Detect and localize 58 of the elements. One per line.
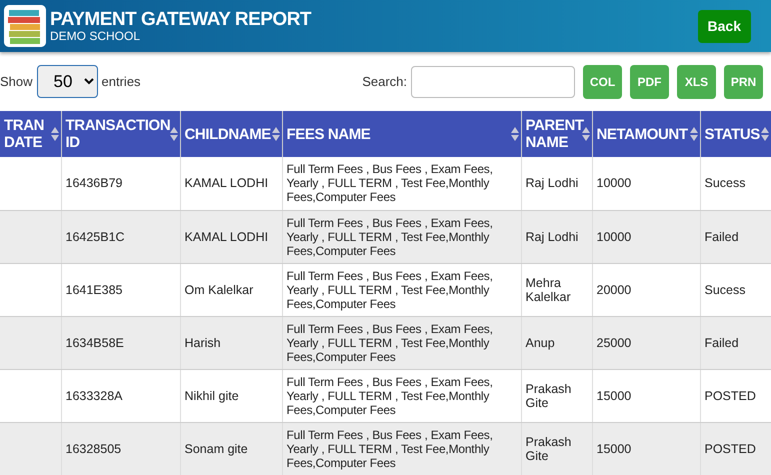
net-amount-cell: 10000	[592, 210, 700, 263]
net-amount-cell: 25000	[592, 316, 700, 369]
column-header[interactable]: FEES NAME	[282, 111, 521, 157]
net-amount-cell: 10000	[592, 157, 700, 210]
fees-name-cell: Full Term Fees , Bus Fees , Exam Fees, Yearly , FULL TERM , Test Fee,Monthly Fees,Computer Fees	[282, 316, 521, 369]
fees-name-cell: Full Term Fees , Bus Fees , Exam Fees, Yearly , FULL TERM , Test Fee,Monthly Fees,Computer Fees	[282, 157, 521, 210]
net-amount-cell: 20000	[592, 263, 700, 316]
school-name: DEMO SCHOOL	[50, 30, 142, 42]
status-cell: Failed	[700, 316, 771, 369]
net-amount-cell: 15000	[592, 422, 700, 475]
transaction-id-cell: 16425B1C	[61, 210, 180, 263]
transaction-id-cell: 16436B79	[61, 157, 180, 210]
entries-label: entries	[102, 72, 141, 91]
sort-icon	[690, 126, 698, 142]
column-header[interactable]: NETAMOUNT	[592, 111, 700, 157]
net-amount-cell: 15000	[592, 369, 700, 422]
sort-icon	[760, 126, 768, 142]
transaction-id-cell: 1633328A	[61, 369, 180, 422]
column-header[interactable]: TRANSACTION ID	[61, 111, 180, 157]
search-field[interactable]	[411, 66, 575, 98]
parent-name-cell: Prakash Gite	[521, 369, 592, 422]
parent-name-cell: Anup	[521, 316, 592, 369]
status-cell: Sucess	[700, 263, 771, 316]
child-name-cell: Sonam gite	[180, 422, 282, 475]
child-name-cell: Nikhil gite	[180, 369, 282, 422]
sort-icon	[50, 126, 58, 142]
child-name-cell: Om Kalelkar	[180, 263, 282, 316]
transaction-id-cell: 1634B58E	[61, 316, 180, 369]
parent-name-cell: Mehra Kalelkar	[521, 263, 592, 316]
fees-name-cell: Full Term Fees , Bus Fees , Exam Fees, Yearly , FULL TERM , Test Fee,Monthly Fees,Computer Fees	[282, 422, 521, 475]
column-header[interactable]: STATUS	[700, 111, 771, 157]
fees-name-cell: Full Term Fees , Bus Fees , Exam Fees, Yearly , FULL TERM , Test Fee,Monthly Fees,Computer Fees	[282, 369, 521, 422]
back-button[interactable]: Back	[698, 10, 751, 42]
status-cell: POSTED	[700, 369, 771, 422]
books-logo	[4, 5, 46, 47]
transaction-id-cell: 1641E385	[61, 263, 180, 316]
parent-name-cell: Raj Lodhi	[521, 210, 592, 263]
status-cell: Failed	[700, 210, 771, 263]
sort-icon	[170, 126, 178, 142]
child-name-cell: KAMAL LODHI	[180, 157, 282, 210]
column-header[interactable]: CHILDNAME	[180, 111, 282, 157]
parent-name-cell: Prakash Gite	[521, 422, 592, 475]
fees-name-cell: Full Term Fees , Bus Fees , Exam Fees, Yearly , FULL TERM , Test Fee,Monthly Fees,Computer Fees	[282, 263, 521, 316]
fees-name-cell: Full Term Fees , Bus Fees , Exam Fees, Yearly , FULL TERM , Test Fee,Monthly Fees,Computer Fees	[282, 210, 521, 263]
sort-icon	[272, 126, 280, 142]
page-size-select[interactable]: 50	[36, 65, 98, 98]
sort-icon	[510, 126, 518, 142]
transaction-id-cell: 16328505	[61, 422, 180, 475]
parent-name-cell: Raj Lodhi	[521, 157, 592, 210]
column-header[interactable]: PARENT NAME	[521, 111, 592, 157]
status-cell: POSTED	[700, 422, 771, 475]
page-title: PAYMENT GATEWAY REPORT	[50, 10, 312, 30]
show-label: Show	[0, 72, 33, 91]
column-header[interactable]: TRAN DATE	[0, 111, 61, 157]
child-name-cell: Harish	[180, 316, 282, 369]
search-label: Search:	[362, 72, 407, 91]
status-cell: Sucess	[700, 157, 771, 210]
child-name-cell: KAMAL LODHI	[180, 210, 282, 263]
